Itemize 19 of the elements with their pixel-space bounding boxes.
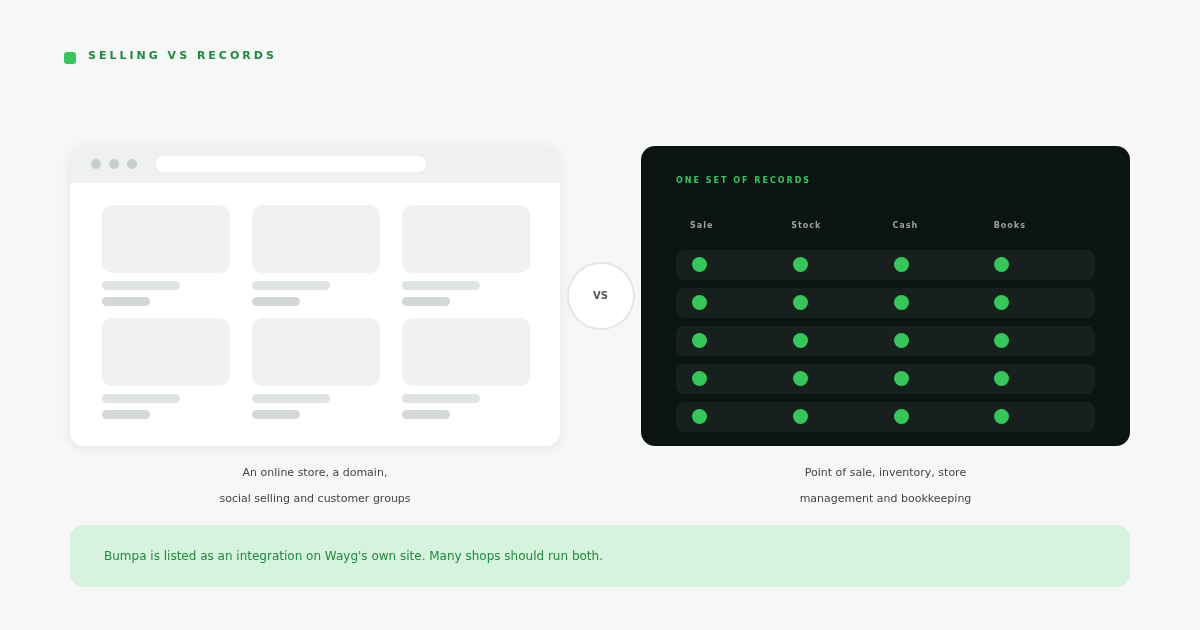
price-placeholder: [252, 296, 300, 306]
panel-title: ONE SET OF RECORDS: [676, 174, 813, 187]
caption-text: An online store, a domain,: [242, 464, 388, 481]
square-icon: [64, 52, 76, 65]
column-header: Sale: [690, 220, 714, 230]
price-placeholder: [102, 409, 150, 419]
column-header: Books: [993, 220, 1026, 230]
price-placeholder: [102, 296, 150, 306]
versus-badge: VS: [566, 261, 635, 330]
price-placeholder: [252, 409, 300, 419]
section-title: SELLING VS RECORDS: [88, 48, 277, 64]
price-placeholder: [402, 296, 450, 306]
price-placeholder: [402, 409, 450, 419]
caption-text: social selling and customer groups: [219, 490, 411, 507]
caption-text: management and bookkeeping: [799, 490, 972, 507]
column-header: Stock: [791, 220, 822, 230]
column-header: Cash: [892, 220, 919, 230]
note-text: Bumpa is listed as an integration on Wayg's own site. Many shops should run both.: [104, 547, 603, 565]
caption-text: Point of sale, inventory, store: [804, 464, 967, 481]
